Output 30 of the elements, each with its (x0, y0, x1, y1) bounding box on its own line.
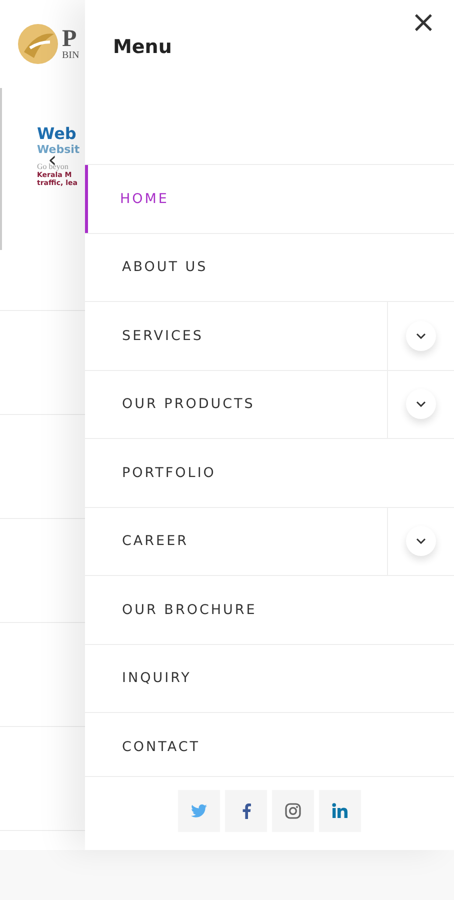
social-button[interactable] (225, 790, 267, 832)
menu-item[interactable]: OUR BROCHURE (85, 576, 454, 644)
slide-subtitle: Websit (37, 143, 81, 156)
menu-item[interactable]: OUR PRODUCTS (85, 370, 387, 438)
menu-item[interactable]: SERVICES (85, 302, 387, 370)
logo-text: P (62, 28, 78, 50)
menu-item[interactable]: INQUIRY (85, 644, 454, 712)
slide-title: Web (37, 124, 78, 143)
social-button[interactable] (319, 790, 361, 832)
menu-item[interactable]: CONTACT (85, 713, 454, 776)
chevron-down-icon (416, 538, 426, 544)
menu-item[interactable]: CAREER (85, 508, 387, 575)
expand-button[interactable] (406, 320, 436, 351)
bird-icon (191, 804, 207, 818)
logo-icon (16, 22, 60, 66)
chevron-down-icon (416, 401, 426, 408)
menu-item[interactable]: ABOUT US (85, 234, 454, 301)
menu-item[interactable]: HOME (85, 165, 454, 232)
facebook-icon (242, 802, 250, 818)
chevron-down-icon (416, 332, 426, 339)
linkedin-icon (332, 803, 348, 818)
instagram-icon (285, 802, 301, 818)
expand-button[interactable] (406, 389, 436, 420)
social-button[interactable] (272, 790, 314, 832)
expand-button[interactable] (406, 526, 436, 556)
drawer-title: Menu (113, 36, 172, 58)
logo-subtitle: BIN (62, 50, 80, 60)
close-button[interactable]: × (406, 8, 440, 38)
menu-item[interactable]: PORTFOLIO (85, 439, 454, 506)
slide-tagline: Go beyon (37, 162, 70, 171)
